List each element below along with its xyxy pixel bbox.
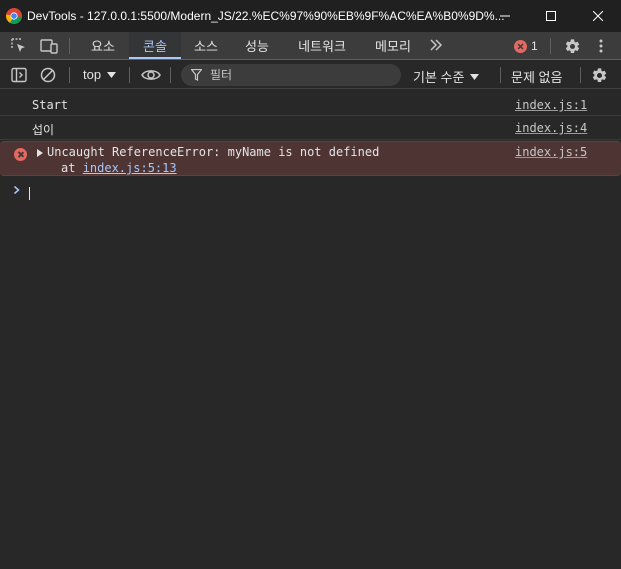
- context-value: top: [83, 67, 102, 82]
- toolbar-divider: [500, 67, 501, 83]
- toolbar-divider: [550, 38, 551, 54]
- sidebar-toggle-button[interactable]: [10, 66, 28, 84]
- more-tabs-button[interactable]: [428, 37, 446, 55]
- toolbar-divider: [69, 38, 70, 54]
- more-options-button[interactable]: [592, 37, 610, 55]
- source-link[interactable]: index.js:5: [515, 145, 587, 159]
- panel-tabs-bar: 요소 콘솔 소스 성능 네트워크 메모리 1: [0, 32, 621, 60]
- console-input-caret[interactable]: [29, 187, 30, 200]
- toolbar-divider: [69, 67, 70, 83]
- issues-button[interactable]: 문제 없음: [511, 67, 562, 86]
- filter-box[interactable]: [181, 64, 401, 86]
- expand-triangle-icon[interactable]: [37, 149, 43, 157]
- stack-trace-line: at index.js:5:13: [61, 161, 177, 175]
- block-icon: [40, 67, 56, 83]
- error-count: 1: [531, 39, 538, 53]
- error-text: Uncaught ReferenceError: myName is not d…: [47, 145, 380, 159]
- clear-console-button[interactable]: [39, 66, 57, 84]
- error-circle-icon: [14, 148, 27, 161]
- settings-button[interactable]: [563, 37, 581, 55]
- gear-icon: [592, 67, 606, 82]
- tab-console[interactable]: 콘솔: [129, 32, 181, 59]
- console-toolbar: top 기본 수준 문제 없음: [0, 61, 621, 89]
- filter-input[interactable]: [210, 68, 380, 82]
- kebab-menu-icon: [599, 39, 603, 53]
- filter-icon: [191, 69, 202, 81]
- console-output[interactable]: Start index.js:1 섭이 index.js:4 Uncaught …: [0, 90, 621, 569]
- inspect-element-icon: [11, 38, 25, 52]
- maximize-button[interactable]: [528, 0, 574, 32]
- live-expression-button[interactable]: [140, 66, 162, 84]
- log-levels-dropdown[interactable]: 기본 수준: [413, 67, 480, 86]
- stack-trace-link[interactable]: index.js:5:13: [83, 161, 177, 175]
- close-button[interactable]: [575, 0, 621, 32]
- console-message: Start index.js:1: [0, 92, 621, 116]
- window-title: DevTools - 127.0.0.1:5500/Modern_JS/22.%…: [27, 9, 505, 23]
- device-toolbar-button[interactable]: [40, 37, 58, 55]
- message-text: 섭이: [32, 123, 55, 137]
- source-link[interactable]: index.js:4: [515, 121, 587, 135]
- maximize-icon: [546, 11, 556, 21]
- console-error-message: Uncaught ReferenceError: myName is not d…: [0, 141, 621, 176]
- toolbar-divider: [129, 67, 130, 83]
- console-message: 섭이 index.js:4: [0, 116, 621, 140]
- device-toggle-icon: [40, 39, 58, 54]
- context-selector[interactable]: top: [83, 67, 117, 82]
- error-circle-icon: [514, 39, 527, 53]
- tab-performance[interactable]: 성능: [233, 32, 281, 59]
- tab-sources[interactable]: 소스: [183, 32, 229, 59]
- inspect-element-button[interactable]: [10, 37, 28, 55]
- tab-network[interactable]: 네트워크: [286, 32, 358, 59]
- prompt-chevron-icon: [13, 184, 21, 199]
- source-link[interactable]: index.js:1: [515, 98, 587, 112]
- tab-memory[interactable]: 메모리: [363, 32, 423, 59]
- chrome-logo-icon: [6, 8, 22, 24]
- toolbar-divider: [170, 67, 171, 83]
- double-chevron-right-icon: [430, 39, 443, 51]
- eye-icon: [141, 70, 161, 80]
- sidebar-panel-icon: [11, 67, 27, 83]
- log-levels-label: 기본 수준: [413, 70, 465, 85]
- minimize-button[interactable]: [482, 0, 528, 32]
- dropdown-triangle-icon: [107, 71, 117, 78]
- minimize-icon: [500, 15, 510, 17]
- gear-icon: [565, 38, 579, 53]
- toolbar-divider: [580, 67, 581, 83]
- message-text: Start: [32, 98, 69, 112]
- stack-prefix: at: [61, 161, 76, 175]
- tab-elements[interactable]: 요소: [80, 32, 126, 59]
- dropdown-triangle-icon: [470, 73, 480, 80]
- error-count-badge[interactable]: 1: [514, 39, 538, 53]
- window-titlebar: DevTools - 127.0.0.1:5500/Modern_JS/22.%…: [0, 0, 621, 32]
- close-icon: [593, 11, 603, 21]
- console-settings-button[interactable]: [590, 66, 608, 84]
